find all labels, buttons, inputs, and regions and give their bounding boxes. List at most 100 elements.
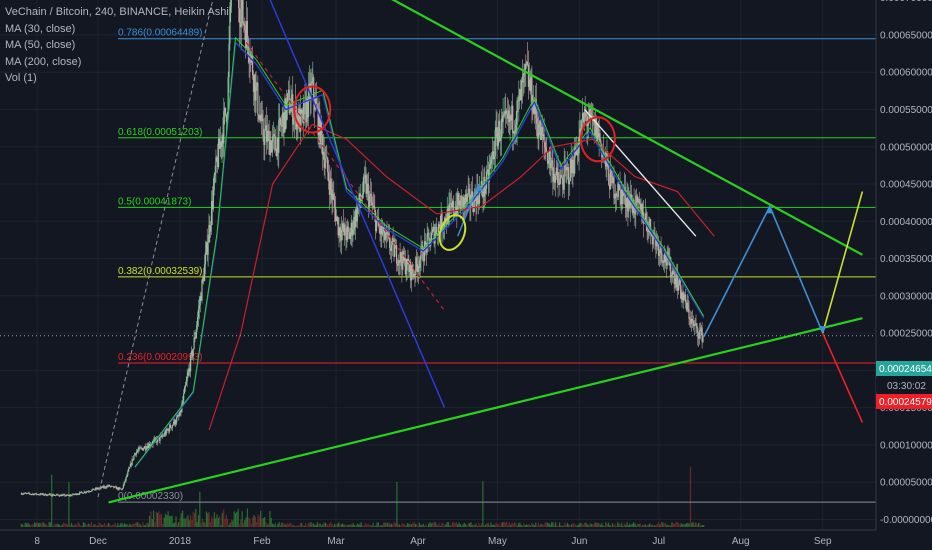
volume-bar — [601, 523, 603, 527]
volume-bar — [467, 523, 469, 527]
volume-bar — [422, 523, 424, 527]
volume-bar — [663, 523, 665, 527]
volume-bar — [492, 524, 495, 527]
candle-body — [526, 61, 529, 65]
volume-bar — [312, 523, 315, 527]
candle-body — [50, 493, 52, 496]
candle-body — [334, 198, 336, 208]
volume-bar — [426, 525, 428, 527]
volume-bar — [348, 524, 350, 527]
volume-bar — [404, 524, 406, 527]
volume-bar — [640, 525, 643, 527]
volume-bar — [668, 524, 670, 527]
volume-bar — [209, 521, 212, 527]
volume-bar — [236, 511, 238, 527]
volume-bar — [355, 525, 357, 527]
candle-body — [257, 82, 259, 115]
volume-bar — [268, 523, 270, 527]
ma50-line — [134, 37, 705, 468]
candle-body — [197, 317, 199, 326]
volume-bar — [368, 524, 370, 527]
candle-body — [339, 227, 341, 237]
x-tick-label: May — [488, 536, 507, 547]
volume-bar — [479, 525, 481, 527]
candle-body — [136, 451, 138, 452]
volume-bar — [352, 523, 354, 527]
volume-bar — [217, 517, 219, 527]
volume-bar — [277, 523, 279, 527]
ma50-legend[interactable]: MA (50, close) — [5, 37, 229, 54]
candle-body — [683, 297, 685, 301]
volume-legend[interactable]: Vol (1) — [5, 70, 229, 87]
volume-bar — [592, 524, 594, 527]
candle-body — [346, 226, 348, 241]
candle-body — [522, 75, 524, 83]
volume-bar — [412, 522, 414, 527]
candle-body — [663, 262, 665, 263]
candle-body — [175, 422, 177, 425]
volume-bar — [383, 522, 385, 527]
candle-body — [42, 493, 44, 495]
volume-bar — [81, 525, 83, 527]
candle-body — [119, 487, 121, 489]
volume-bar — [53, 524, 55, 527]
volume-bar — [406, 523, 409, 527]
volume-bar — [291, 525, 294, 527]
candle-body — [33, 494, 35, 495]
volume-bar — [326, 523, 328, 527]
candle-body — [543, 134, 545, 143]
ma30-legend[interactable]: MA (30, close) — [5, 21, 229, 38]
candle-body — [348, 228, 350, 233]
volume-bar — [606, 524, 608, 527]
volume-bar — [453, 522, 455, 527]
volume-bar — [414, 523, 416, 527]
volume-bar — [70, 522, 73, 527]
volume-bar — [33, 522, 36, 527]
candle-body — [330, 178, 332, 190]
volume-bar — [309, 522, 311, 527]
volume-bar — [646, 525, 648, 527]
volume-bar — [466, 524, 468, 527]
fib-level-label: 0.618(0.00051203) — [118, 127, 203, 138]
candle-body — [131, 458, 133, 465]
candle-body — [215, 157, 217, 173]
candle-body — [321, 135, 324, 155]
candle-body — [286, 93, 289, 103]
candle-body — [550, 162, 552, 168]
volume-bar — [502, 522, 504, 527]
volume-bar — [182, 510, 184, 527]
volume-bar — [96, 525, 98, 527]
volume-bar — [106, 523, 108, 527]
volume-bar — [257, 514, 259, 527]
volume-bar — [269, 511, 271, 527]
volume-bar — [159, 514, 161, 527]
volume-bar — [401, 523, 403, 527]
volume-bar — [500, 522, 502, 527]
candle-body — [502, 115, 504, 123]
candle-body — [538, 133, 540, 137]
chart-legend: VeChain / Bitcoin, 240, BINANCE, Heikin … — [5, 4, 229, 87]
volume-bar — [232, 520, 234, 527]
y-tick-label: 0.00035000 — [880, 254, 932, 265]
y-tick-label: 0.00060000 — [880, 68, 932, 79]
chart-title[interactable]: VeChain / Bitcoin, 240, BINANCE, Heikin … — [5, 4, 229, 21]
candle-body — [600, 140, 602, 144]
volume-bar — [282, 522, 284, 527]
candle-body — [491, 154, 493, 160]
ma200-legend[interactable]: MA (200, close) — [5, 54, 229, 71]
volume-bar — [491, 524, 493, 527]
volume-bar — [200, 523, 202, 527]
volume-bar — [465, 523, 467, 527]
candle-body — [448, 203, 450, 225]
volume-bar — [451, 522, 454, 527]
volume-bar — [23, 525, 25, 527]
volume-bar — [638, 524, 640, 527]
volume-bar — [168, 516, 171, 527]
volume-bar — [589, 523, 591, 527]
candle-body — [384, 237, 386, 240]
volume-bar — [245, 517, 247, 527]
volume-bar — [172, 523, 174, 527]
volume-bar — [524, 525, 526, 527]
volume-bar — [598, 523, 600, 527]
volume-bar — [146, 522, 148, 527]
